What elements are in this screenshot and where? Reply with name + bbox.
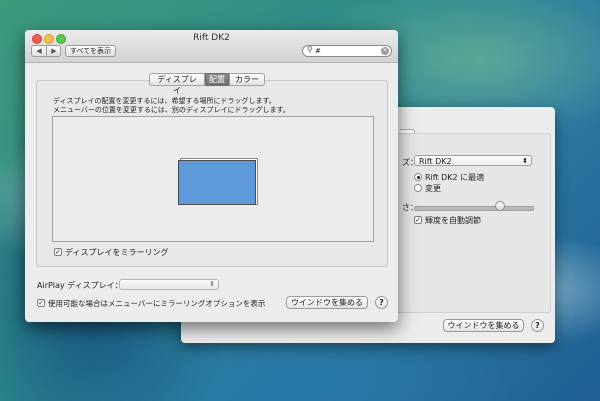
tab-display[interactable]: ディスプレイ [149, 73, 205, 95]
window-titlebar: Rift DK2 ◀ ▶ すべてを表示 ⚲ # ✕ [25, 30, 398, 63]
airplay-display-label: AirPlay ディスプレイ： [37, 281, 123, 290]
gather-windows-button[interactable]: ウインドウを集める [443, 319, 524, 332]
search-field[interactable]: ⚲ # ✕ [302, 45, 392, 57]
auto-brightness-label: 輝度を自動調節 [425, 216, 481, 225]
tab-bar: ディスプレイ 配置 カラー [149, 73, 265, 95]
display-select-value: Rift DK2 [419, 157, 452, 166]
updown-arrows-icon: ⬍ [522, 157, 528, 165]
airplay-display-select[interactable]: ⬍ [119, 279, 219, 290]
forward-arrow-icon[interactable]: ▶ [47, 46, 61, 56]
radio-scaled[interactable] [414, 184, 422, 192]
display-select[interactable]: Rift DK2 ⬍ [414, 155, 532, 166]
tab-arrangement[interactable]: 配置 [205, 73, 229, 86]
auto-brightness-checkbox[interactable]: ✓ [414, 216, 422, 224]
mirror-displays-checkbox[interactable]: ✓ [54, 248, 62, 256]
display-preferences-window[interactable]: Rift DK2 ◀ ▶ すべてを表示 ⚲ # ✕ ディスプレイ 配置 カラー … [25, 30, 398, 322]
show-mirroring-options-checkbox[interactable]: ✓ [37, 299, 45, 307]
clear-search-icon[interactable]: ✕ [381, 47, 389, 55]
search-icon: ⚲ [307, 45, 313, 54]
help-button[interactable]: ? [375, 296, 388, 309]
radio-best-label: Rift DK2 に最適 [425, 173, 485, 182]
search-input-value[interactable]: # [315, 46, 321, 56]
tab-color[interactable]: カラー [229, 73, 265, 86]
mirror-displays-label: ディスプレイをミラーリング [65, 248, 169, 257]
back-arrow-icon[interactable]: ◀ [32, 46, 46, 56]
show-all-button[interactable]: すべてを表示 [65, 45, 116, 57]
window-title: Rift DK2 [193, 33, 230, 43]
display-thumbnail[interactable] [178, 160, 256, 205]
arrangement-instruction-2: メニューバーの位置を変更するには、別のディスプレイにドラッグします。 [53, 106, 290, 114]
radio-change-label: 変更 [425, 184, 441, 193]
updown-arrows-icon: ⬍ [209, 280, 215, 288]
help-button[interactable]: ? [531, 319, 544, 332]
radio-best-for-display[interactable] [414, 173, 422, 181]
brightness-slider[interactable] [414, 206, 534, 211]
gather-windows-button[interactable]: ウインドウを集める [286, 296, 368, 309]
show-mirroring-options-label: 使用可能な場合はメニューバーにミラーリングオプションを表示 [48, 299, 266, 308]
nav-back-forward: ◀ ▶ [31, 45, 61, 57]
display-arrangement-area [52, 116, 374, 242]
